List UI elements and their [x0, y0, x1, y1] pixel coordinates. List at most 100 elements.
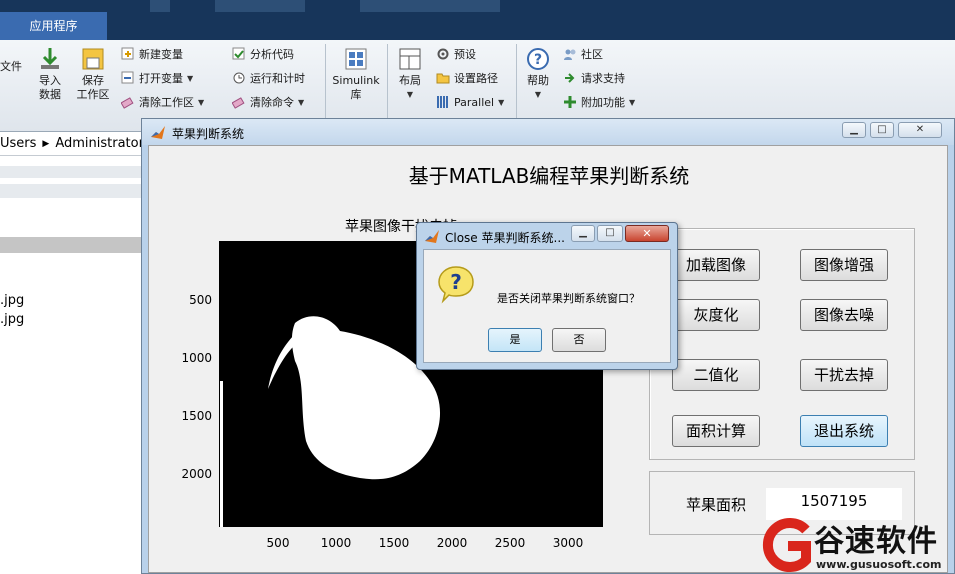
y-tick-label: 2000 [181, 467, 212, 481]
y-tick-label: 1000 [181, 351, 212, 365]
chevron-down-icon: ▼ [298, 97, 305, 107]
path-segment-administrator[interactable]: Administrator [55, 136, 144, 151]
toolstrip-decoration [215, 0, 305, 12]
watermark-url: www.gusuosoft.com [816, 558, 942, 571]
figure-title-bar[interactable]: 苹果判断系统 ▁ □ ✕ [142, 119, 954, 145]
maximize-button[interactable]: □ [597, 225, 623, 242]
simulink-icon [345, 48, 367, 70]
watermark-text: 谷速软件 [814, 524, 938, 559]
new-variable-button[interactable]: 新建变量 [121, 45, 183, 63]
y-tick-label: 500 [189, 293, 212, 307]
toolstrip-decoration [150, 0, 170, 12]
community-label: 社区 [581, 48, 603, 61]
no-button[interactable]: 否 [552, 328, 606, 352]
address-bar[interactable]: Users ▶ Administrator ▶ [0, 132, 157, 156]
dialog-title-bar[interactable]: Close 苹果判断系统... ▁ □ ✕ [417, 223, 677, 249]
pane-row [0, 166, 142, 178]
denoise-button[interactable]: 图像去噪 [800, 299, 888, 331]
simulink-library-button[interactable]: Simulink 库 [332, 46, 380, 102]
import-arrow-icon [41, 48, 59, 69]
open-variable-label: 打开变量 [139, 72, 183, 85]
x-tick-label: 3000 [552, 536, 584, 550]
save-workspace-button[interactable]: 保存 工作区 [76, 46, 110, 102]
enhance-image-button[interactable]: 图像增强 [800, 249, 888, 281]
community-button[interactable]: 社区 [563, 45, 603, 63]
load-image-button[interactable]: 加载图像 [672, 249, 760, 281]
dialog-body: ? 是否关闭苹果判断系统窗口？ 是 否 [423, 249, 671, 363]
dialog-message: 是否关闭苹果判断系统窗口？ [497, 292, 640, 305]
binarize-button[interactable]: 二值化 [672, 359, 760, 391]
clear-workspace-button[interactable]: 清除工作区 ▼ [121, 93, 204, 111]
maximize-button[interactable]: □ [870, 122, 894, 138]
import-data-button[interactable]: 导入 数据 [36, 46, 64, 102]
new-variable-icon [121, 47, 134, 60]
run-and-time-icon [233, 72, 245, 84]
folder-icon [436, 73, 450, 84]
preferences-button[interactable]: 预设 [436, 45, 476, 63]
x-tick-label: 2000 [436, 536, 468, 550]
chevron-down-icon: ▼ [498, 97, 505, 107]
parallel-button[interactable]: Parallel ▼ [436, 93, 504, 111]
community-icon [564, 49, 576, 60]
help-button[interactable]: ? 帮助 ▼ [524, 46, 552, 102]
matlab-top-bar: 应用程序 [0, 0, 955, 40]
pane-header [0, 237, 142, 253]
clear-workspace-label: 清除工作区 [139, 96, 194, 109]
operation-panel: 加载图像 图像增强 灰度化 图像去噪 二值化 干扰去掉 面积计算 退出系统 [649, 228, 915, 460]
exit-system-button[interactable]: 退出系统 [800, 415, 888, 447]
layout-icon [399, 48, 421, 70]
path-segment-users[interactable]: Users [0, 136, 36, 151]
file-button[interactable]: 文件 [0, 58, 22, 74]
layout-button[interactable]: 布局 ▼ [395, 46, 425, 102]
minimize-button[interactable]: ▁ [842, 122, 866, 138]
layout-label: 布局 [399, 74, 421, 87]
save-workspace-label: 保存 工作区 [76, 74, 110, 101]
preferences-label: 预设 [454, 48, 476, 61]
set-path-button[interactable]: 设置路径 [436, 69, 498, 87]
yes-button[interactable]: 是 [488, 328, 542, 352]
watermark-logo-icon [762, 518, 811, 572]
analyze-code-button[interactable]: 分析代码 [232, 45, 294, 63]
x-tick-label: 1500 [378, 536, 410, 550]
x-tick-label: 500 [266, 536, 290, 550]
new-variable-label: 新建变量 [139, 48, 183, 61]
ribbon-separator [325, 44, 326, 126]
x-tick-label: 1000 [320, 536, 352, 550]
grayscale-button[interactable]: 灰度化 [672, 299, 760, 331]
analyze-code-label: 分析代码 [250, 48, 294, 61]
addons-button[interactable]: 附加功能 ▼ [563, 93, 635, 111]
request-support-button[interactable]: 请求支持 [563, 69, 625, 87]
chevron-down-icon: ▼ [198, 97, 205, 107]
chevron-down-icon: ▼ [629, 97, 636, 107]
open-variable-button[interactable]: 打开变量 ▼ [121, 69, 193, 87]
watermark: 谷速软件 www.gusuosoft.com [758, 516, 955, 574]
help-icon: ? [527, 48, 549, 70]
file-item[interactable]: .jpg [0, 312, 24, 327]
x-tick-label: 2500 [494, 536, 526, 550]
tab-apps[interactable]: 应用程序 [0, 12, 107, 40]
file-item[interactable]: .jpg [0, 293, 24, 308]
open-variable-icon [121, 71, 134, 84]
run-and-time-label: 运行和计时 [250, 72, 305, 85]
file-label: 文件 [0, 60, 22, 73]
path-separator-icon: ▶ [42, 138, 50, 149]
question-icon: ? [438, 266, 474, 304]
request-support-label: 请求支持 [581, 72, 625, 85]
chevron-down-icon: ▼ [534, 90, 542, 99]
simulink-label: Simulink 库 [332, 74, 380, 101]
set-path-label: 设置路径 [454, 72, 498, 85]
dialog-close-button[interactable]: ✕ [625, 225, 669, 242]
current-folder-pane: .jpg .jpg [0, 156, 142, 574]
area-calc-button[interactable]: 面积计算 [672, 415, 760, 447]
clear-commands-button[interactable]: 清除命令 ▼ [232, 93, 304, 111]
remove-interference-button[interactable]: 干扰去掉 [800, 359, 888, 391]
close-button[interactable]: ✕ [898, 122, 942, 138]
import-label: 导入 数据 [39, 74, 61, 101]
y-tick-label: 1500 [181, 409, 212, 423]
svg-text:?: ? [450, 270, 462, 294]
main-title: 基于MATLAB编程苹果判断系统 [408, 164, 690, 188]
minimize-button[interactable]: ▁ [571, 225, 595, 242]
chevron-down-icon: ▼ [406, 90, 414, 99]
run-and-time-button[interactable]: 运行和计时 [232, 69, 305, 87]
plus-icon [564, 96, 576, 108]
